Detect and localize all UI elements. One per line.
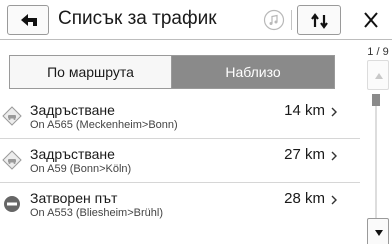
road-closed-icon [4, 196, 20, 212]
back-button[interactable] [7, 5, 49, 35]
list-divider [0, 182, 360, 183]
item-distance: 27 km [284, 146, 325, 163]
header-bar: Списък за трафик [0, 0, 392, 40]
back-arrow-icon [21, 14, 37, 26]
triangle-down-icon [375, 230, 383, 236]
list-item[interactable]: Задръстване On A59 (Bonn>Köln) 27 km [0, 140, 360, 182]
page-indicator: 1 / 9 [367, 46, 389, 58]
item-subtitle: On A565 (Meckenheim>Bonn) [30, 119, 178, 131]
sort-arrows-icon [311, 13, 328, 29]
list-divider [0, 138, 360, 139]
audio-button[interactable] [263, 9, 285, 31]
traffic-jam-icon [2, 106, 22, 126]
list-item[interactable]: Задръстване On A565 (Meckenheim>Bonn) 14… [0, 96, 360, 138]
item-distance: 28 km [284, 190, 325, 207]
chevron-right-icon [331, 195, 337, 205]
scroll-track-line [375, 106, 377, 221]
close-icon [364, 12, 378, 28]
page-title: Списък за трафик [58, 8, 217, 29]
filter-tabs: По маршрута Наблизо [9, 55, 335, 89]
scrollbar[interactable]: 1 / 9 [364, 40, 392, 244]
scroll-down-button[interactable] [367, 218, 389, 244]
list-item[interactable]: Затворен път On A553 (Bliesheim>Brühl) 2… [0, 184, 360, 226]
tab-nearby[interactable]: Наблизо [172, 56, 334, 88]
item-subtitle: On A553 (Bliesheim>Brühl) [30, 207, 163, 219]
scroll-up-button[interactable] [367, 60, 389, 90]
music-note-icon [263, 9, 285, 31]
chevron-right-icon [331, 151, 337, 161]
close-button[interactable] [357, 8, 385, 32]
item-title: Задръстване [30, 102, 115, 118]
header-divider [291, 10, 292, 30]
item-subtitle: On A59 (Bonn>Köln) [30, 163, 132, 175]
scroll-thumb[interactable] [372, 94, 380, 106]
item-distance: 14 km [284, 102, 325, 119]
sort-button[interactable] [297, 5, 341, 35]
item-title: Затворен път [30, 190, 118, 206]
item-title: Задръстване [30, 146, 115, 162]
traffic-jam-icon [2, 150, 22, 170]
chevron-right-icon [331, 107, 337, 117]
triangle-up-icon [375, 73, 383, 79]
tab-on-route[interactable]: По маршрута [10, 56, 172, 88]
